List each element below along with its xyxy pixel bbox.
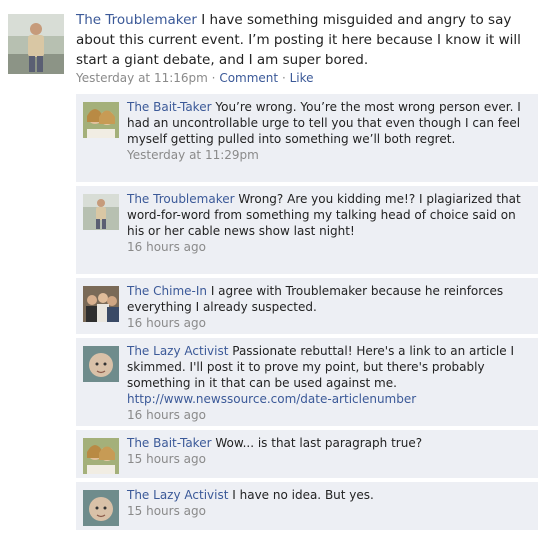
standing-man-avatar-icon [8, 14, 64, 74]
comment-item: The Lazy Activist Passionate rebuttal! H… [76, 338, 538, 426]
comment-avatar[interactable] [83, 346, 119, 382]
comment-author-link[interactable]: The Chime-In [127, 284, 207, 298]
post-author-link[interactable]: The Troublemaker [76, 12, 197, 28]
comment-avatar[interactable] [83, 438, 119, 474]
comment-author-link[interactable]: The Lazy Activist [127, 344, 228, 358]
comment-avatar[interactable] [83, 490, 119, 526]
comment-text: The Lazy Activist Passionate rebuttal! H… [127, 343, 527, 423]
comment-item: The Chime-In I agree with Troublemaker b… [76, 278, 538, 334]
comment-text: The Bait-Taker You’re wrong. You’re the … [127, 99, 527, 163]
group-avatar-icon [83, 286, 119, 322]
two-women-avatar-icon [83, 102, 119, 138]
article-link[interactable]: http://www.newssource.com/date-articlenu… [127, 392, 416, 406]
baby-avatar-icon [83, 490, 119, 526]
comment-avatar[interactable] [83, 102, 119, 138]
author-avatar[interactable] [8, 14, 64, 74]
comment-body: Wow... is that last paragraph true? [215, 436, 423, 450]
comment-timestamp[interactable]: 15 hours ago [127, 451, 527, 467]
comment-item: The Troublemaker Wrong? Are you kidding … [76, 186, 538, 274]
meta-separator: · [211, 71, 216, 85]
meta-separator: · [281, 71, 286, 85]
comment-item: The Bait-Taker You’re wrong. You’re the … [76, 94, 538, 182]
post-meta: Yesterday at 11:16pm · Comment · Like [76, 70, 538, 86]
comment-text: The Bait-Taker Wow... is that last parag… [127, 435, 527, 467]
comment-author-link[interactable]: The Lazy Activist [127, 488, 228, 502]
comment-timestamp[interactable]: Yesterday at 11:29pm [127, 147, 527, 163]
comment-author-link[interactable]: The Troublemaker [127, 192, 235, 206]
comment-text: The Chime-In I agree with Troublemaker b… [127, 283, 527, 331]
like-link[interactable]: Like [290, 71, 314, 85]
baby-avatar-icon [83, 346, 119, 382]
standing-man-avatar-icon [83, 194, 119, 230]
comment-avatar[interactable] [83, 286, 119, 322]
comment-text: The Troublemaker Wrong? Are you kidding … [127, 191, 527, 255]
comment-link[interactable]: Comment [219, 71, 278, 85]
comment-item: The Lazy Activist I have no idea. But ye… [76, 482, 538, 530]
comment-timestamp[interactable]: 15 hours ago [127, 503, 527, 519]
post-timestamp[interactable]: Yesterday at 11:16pm [76, 71, 208, 85]
comment-author-link[interactable]: The Bait-Taker [127, 100, 212, 114]
comment-avatar[interactable] [83, 194, 119, 230]
comment-timestamp[interactable]: 16 hours ago [127, 407, 527, 423]
comment-author-link[interactable]: The Bait-Taker [127, 436, 212, 450]
comment-item: The Bait-Taker Wow... is that last parag… [76, 430, 538, 478]
comment-text: The Lazy Activist I have no idea. But ye… [127, 487, 527, 519]
comment-body: I have no idea. But yes. [232, 488, 374, 502]
comment-timestamp[interactable]: 16 hours ago [127, 315, 527, 331]
post-body: The Troublemaker I have something misgui… [76, 10, 538, 86]
comment-timestamp[interactable]: 16 hours ago [127, 239, 527, 255]
two-women-avatar-icon [83, 438, 119, 474]
